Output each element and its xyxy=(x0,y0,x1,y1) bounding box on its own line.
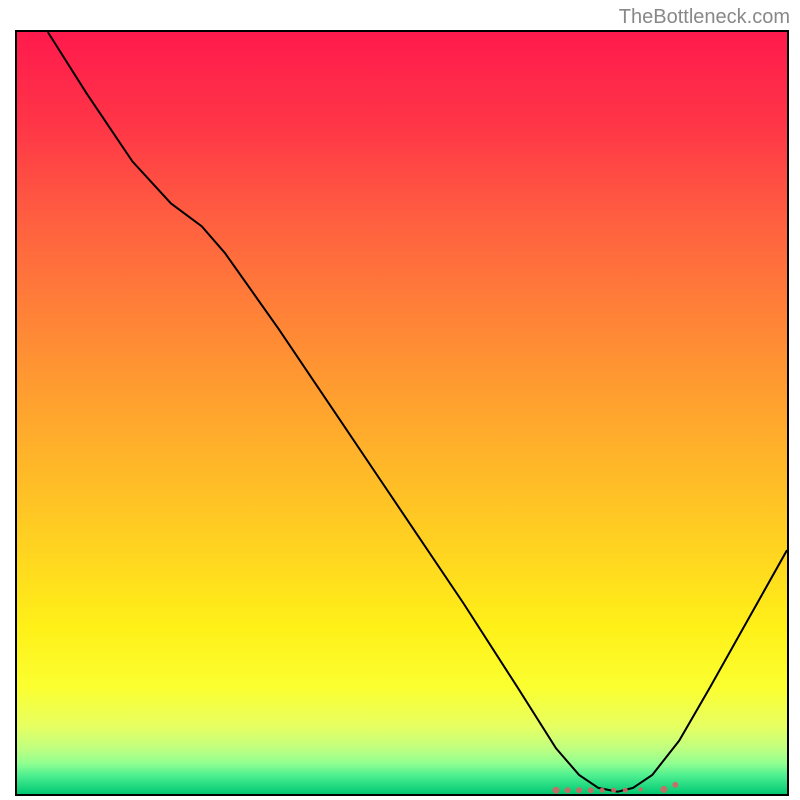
data-point xyxy=(600,788,605,793)
bottleneck-curve-line xyxy=(48,32,787,792)
scatter-points-group xyxy=(553,782,679,794)
data-point xyxy=(565,787,571,793)
data-point xyxy=(623,788,628,793)
chart-plot-area xyxy=(15,30,789,796)
watermark-text: TheBottleneck.com xyxy=(619,6,790,29)
chart-svg xyxy=(17,32,787,794)
data-point xyxy=(660,786,667,793)
data-point xyxy=(576,787,582,793)
data-point xyxy=(611,788,616,793)
data-point xyxy=(588,787,594,793)
data-point xyxy=(639,787,643,791)
data-point xyxy=(553,787,560,794)
data-point xyxy=(672,782,678,788)
